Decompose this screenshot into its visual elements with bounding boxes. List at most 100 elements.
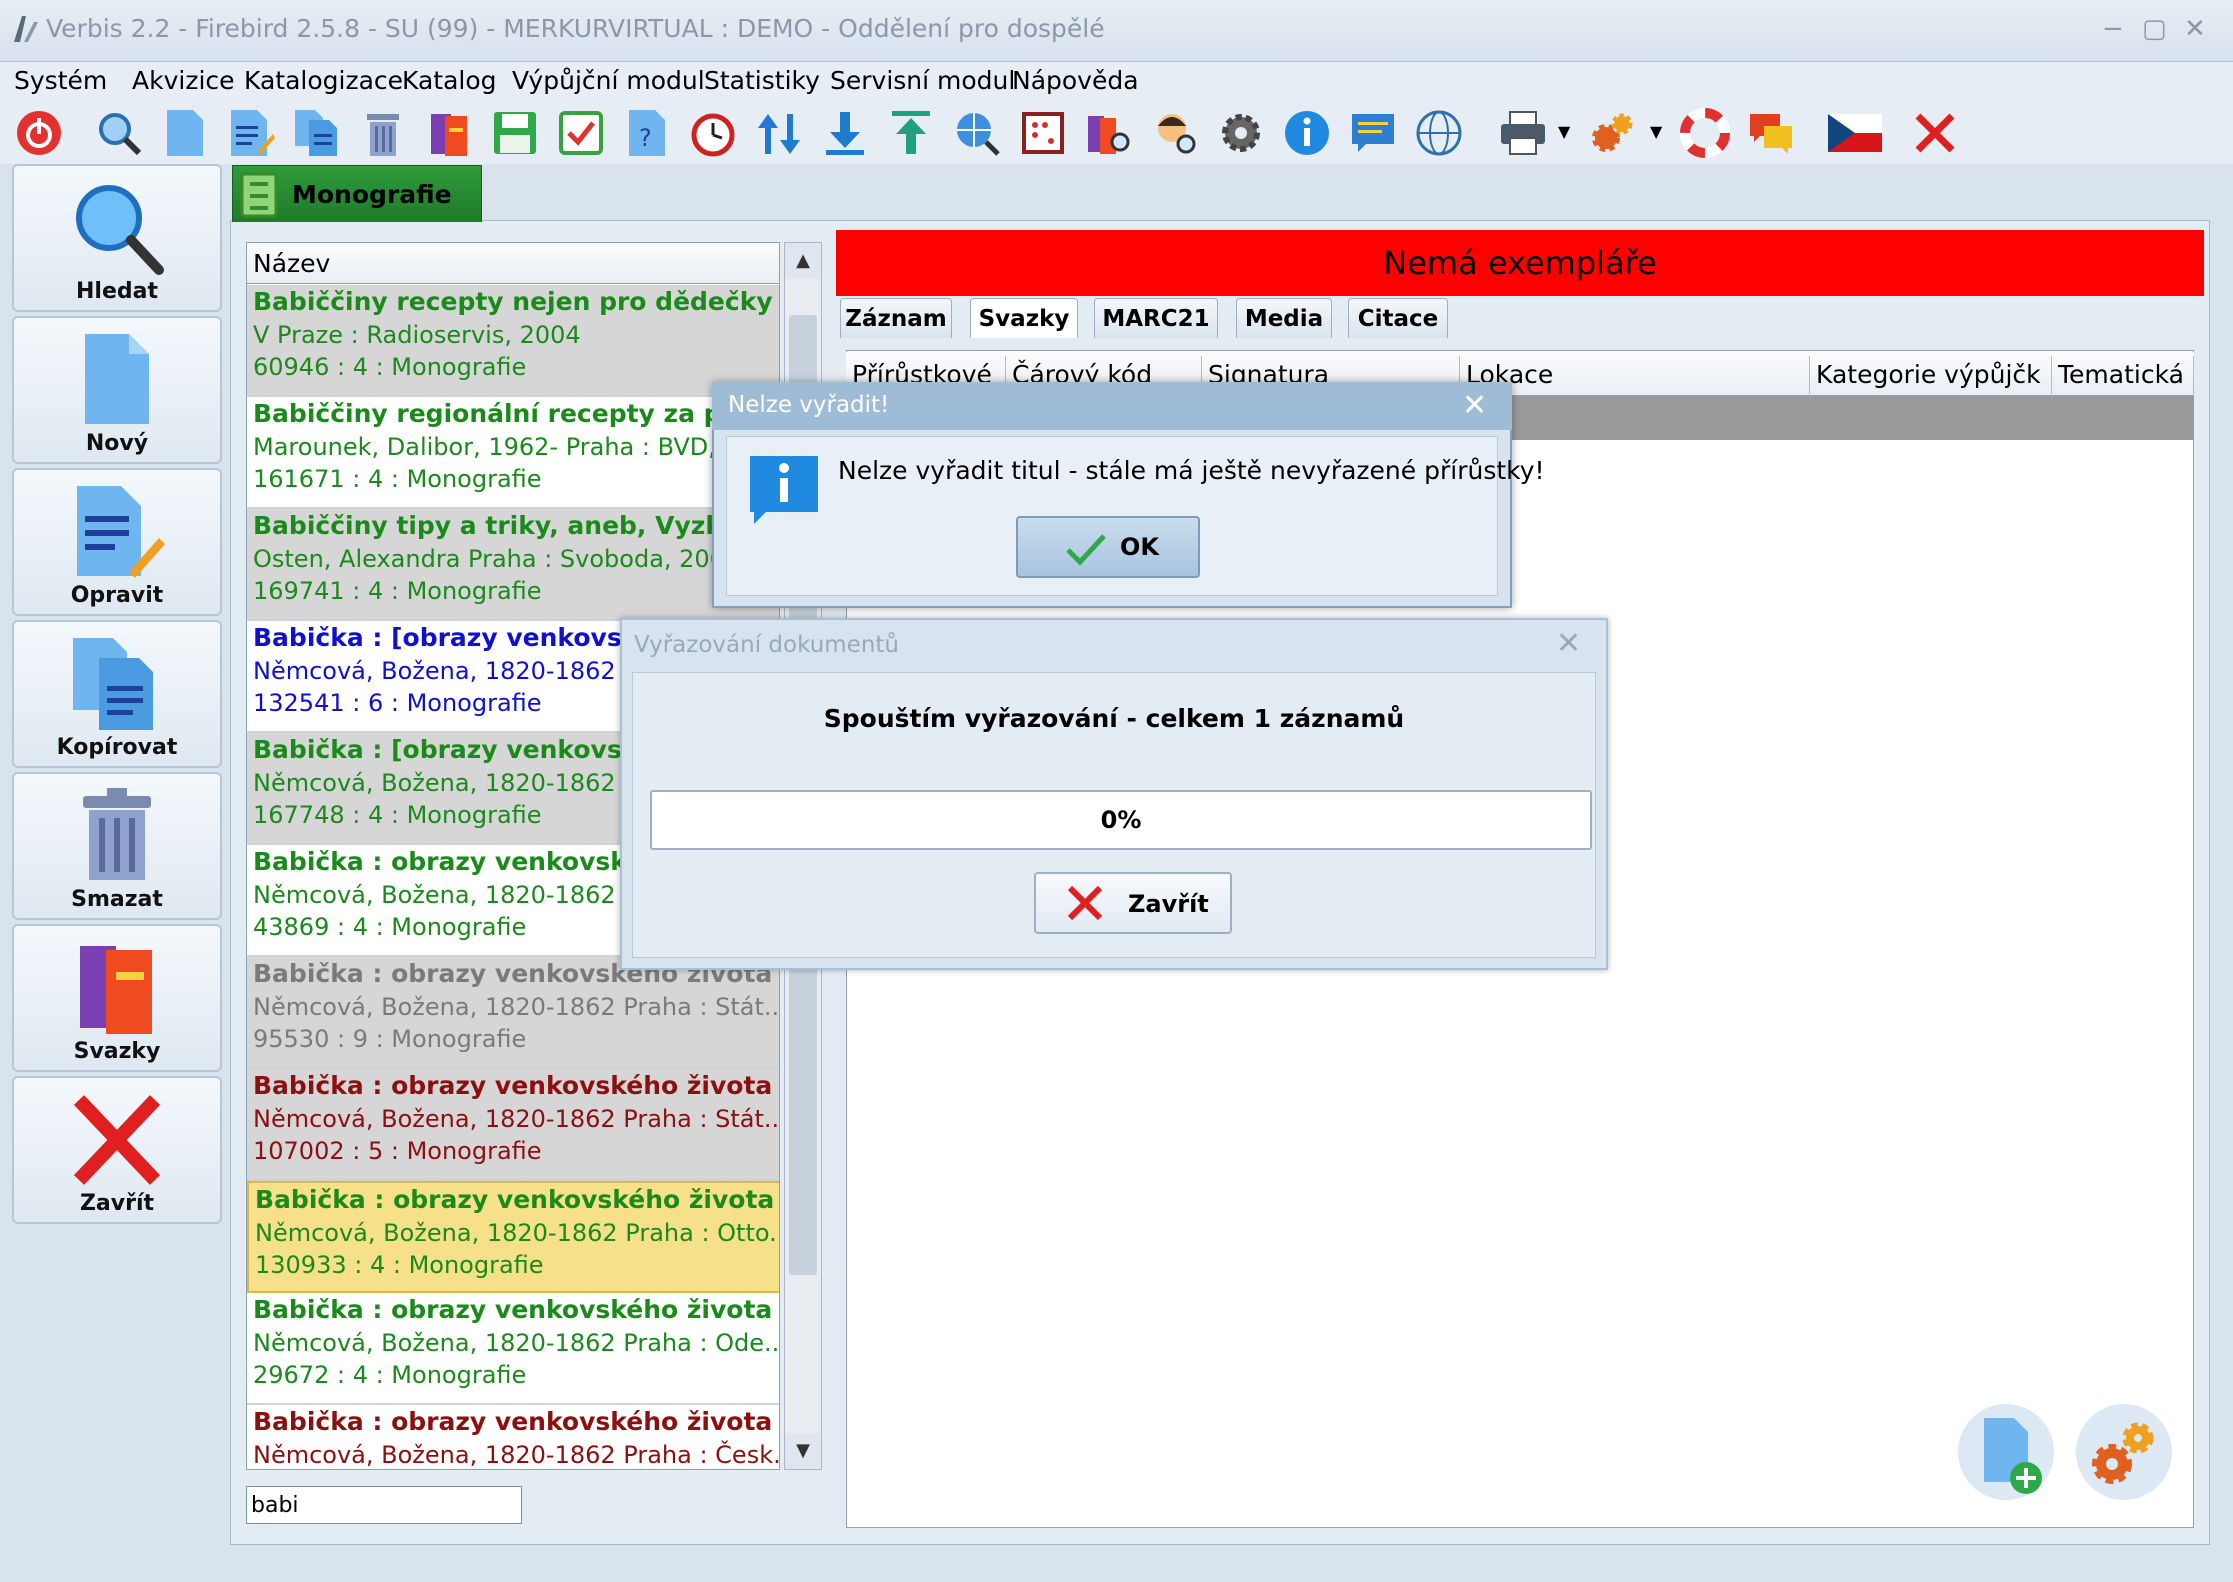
gears-icon[interactable] bbox=[1584, 104, 1642, 162]
edit-document-icon bbox=[77, 486, 165, 578]
ok-button-label: OK bbox=[1120, 533, 1159, 561]
power-icon[interactable] bbox=[10, 104, 68, 162]
new-document-icon[interactable] bbox=[156, 104, 214, 162]
tab-citace[interactable]: Citace bbox=[1348, 298, 1448, 338]
menu-system[interactable]: Systém bbox=[14, 66, 107, 95]
menu-vypujcni-modul[interactable]: Výpůjční modul bbox=[512, 66, 705, 95]
scroll-up-icon[interactable]: ▲ bbox=[785, 243, 821, 279]
scroll-down-icon[interactable]: ▼ bbox=[785, 1433, 821, 1469]
printer-icon[interactable] bbox=[1494, 104, 1552, 162]
progress-percent: 0% bbox=[1100, 806, 1142, 834]
list-item-title: Babiččiny recepty nejen pro dědečky bbox=[253, 287, 773, 316]
sidebar-close-button[interactable]: Zavřít bbox=[12, 1076, 222, 1224]
trash-icon[interactable] bbox=[354, 104, 412, 162]
books-icon bbox=[80, 946, 152, 1034]
menu-katalog[interactable]: Katalog bbox=[402, 66, 497, 95]
menu-katalogizace[interactable]: Katalogizace bbox=[244, 66, 403, 95]
list-item[interactable]: Babička : obrazy venkovského života ... … bbox=[247, 1405, 779, 1469]
copy-document-icon[interactable] bbox=[288, 104, 346, 162]
search-icon[interactable] bbox=[90, 104, 148, 162]
menu-servisni-modul[interactable]: Servisní modul bbox=[830, 66, 1015, 95]
tab-media[interactable]: Media bbox=[1236, 298, 1332, 338]
maximize-button[interactable]: ▢ bbox=[2142, 14, 2167, 44]
list-item-id: 95530 : 9 : Monografie bbox=[253, 1025, 527, 1053]
info-icon[interactable] bbox=[1278, 104, 1336, 162]
new-document-icon bbox=[85, 334, 149, 424]
settings-button[interactable] bbox=[2076, 1404, 2172, 1500]
menu-akvizice[interactable]: Akvizice bbox=[132, 66, 235, 95]
close-button-label: Zavřít bbox=[1128, 890, 1209, 918]
chat-icon[interactable] bbox=[1742, 104, 1800, 162]
download-icon[interactable] bbox=[816, 104, 874, 162]
list-item-author: Němcová, Božena, 1820-1862 Praha : Stát.… bbox=[253, 1105, 780, 1133]
ok-button[interactable] bbox=[1016, 516, 1200, 578]
grid-header-lokace[interactable]: Lokace bbox=[1460, 356, 1810, 394]
menu-napoveda[interactable]: Nápověda bbox=[1012, 66, 1139, 95]
sidebar-copy-button[interactable]: Kopírovat bbox=[12, 620, 222, 768]
sidebar-volumes-button[interactable]: Svazky bbox=[12, 924, 222, 1072]
list-header-nazev[interactable]: Název bbox=[246, 242, 780, 284]
sidebar-edit-label: Opravit bbox=[70, 583, 164, 608]
sort-icon[interactable] bbox=[750, 104, 808, 162]
settings-gear-icon[interactable] bbox=[1212, 104, 1270, 162]
error-dialog-close-icon[interactable]: ✕ bbox=[1462, 388, 1487, 423]
message-icon[interactable] bbox=[1344, 104, 1402, 162]
lifebuoy-icon[interactable] bbox=[1676, 104, 1734, 162]
gears-dropdown-icon[interactable]: ▼ bbox=[1650, 122, 1662, 141]
user-search-icon[interactable] bbox=[1146, 104, 1204, 162]
help-document-icon[interactable]: ? bbox=[618, 104, 676, 162]
search-input[interactable] bbox=[246, 1486, 522, 1524]
sidebar-delete-button[interactable]: Smazat bbox=[12, 772, 222, 920]
list-item-title: Babiččiny tipy a triky, aneb, Vyzkou bbox=[253, 511, 757, 540]
list-item[interactable]: Babiččiny tipy a triky, aneb, Vyzkou Ost… bbox=[247, 509, 779, 621]
progress-dialog-close-icon[interactable]: ✕ bbox=[1556, 626, 1581, 661]
list-item[interactable]: Babiččiny regionální recepty za pár Maro… bbox=[247, 397, 779, 509]
filing-cabinet-icon bbox=[240, 172, 278, 218]
list-item[interactable]: Babička : obrazy venkovského života ... … bbox=[247, 957, 779, 1069]
list-item-author: V Praze : Radioservis, 2004 bbox=[253, 321, 581, 349]
add-document-button[interactable] bbox=[1958, 1404, 2054, 1500]
close-red-x-icon bbox=[1067, 885, 1103, 921]
list-item[interactable]: Babiččiny recepty nejen pro dědečky V Pr… bbox=[247, 285, 779, 397]
sidebar-volumes-label: Svazky bbox=[73, 1039, 161, 1064]
grid-header-kategorie-vypujcky[interactable]: Kategorie výpůjčk bbox=[1810, 356, 2052, 394]
status-banner: Nemá exempláře bbox=[836, 230, 2204, 296]
tab-svazky[interactable]: Svazky bbox=[970, 298, 1078, 338]
edit-document-icon[interactable] bbox=[222, 104, 280, 162]
checkbox-icon[interactable] bbox=[552, 104, 610, 162]
window-title: Verbis 2.2 - Firebird 2.5.8 - SU (99) - … bbox=[46, 14, 1105, 43]
list-item-title: Babička : obrazy venkovského života ... bbox=[253, 1071, 780, 1100]
books-icon[interactable] bbox=[420, 104, 478, 162]
list-item[interactable]: Babička : obrazy venkovského života ... … bbox=[247, 1069, 780, 1181]
list-item-title: Babička : obrazy venkovského života ... bbox=[253, 1295, 780, 1324]
list-item-author: Němcová, Božena, 1820-1862 Praha : Otto.… bbox=[255, 1219, 779, 1247]
upload-icon[interactable] bbox=[882, 104, 940, 162]
sidebar-search-button[interactable]: Hledat bbox=[12, 164, 222, 312]
list-item-title: Babička : obrazy venkovského života ... bbox=[255, 1185, 779, 1214]
close-window-button[interactable]: ✕ bbox=[2184, 14, 2206, 44]
abacus-icon[interactable] bbox=[1014, 104, 1072, 162]
list-item-selected[interactable]: Babička : obrazy venkovského života ... … bbox=[247, 1181, 779, 1293]
alarm-clock-icon[interactable] bbox=[684, 104, 742, 162]
books-search-icon[interactable] bbox=[1080, 104, 1138, 162]
list-item-id: 107002 : 5 : Monografie bbox=[253, 1137, 542, 1165]
list-item-id: 161671 : 4 : Monografie bbox=[253, 465, 542, 493]
tab-zaznam[interactable]: Záznam bbox=[840, 298, 952, 338]
checkmark-icon bbox=[1066, 534, 1106, 566]
sidebar-delete-label: Smazat bbox=[71, 887, 163, 912]
list-item-id: 130933 : 4 : Monografie bbox=[255, 1251, 544, 1279]
sidebar-edit-button[interactable]: Opravit bbox=[12, 468, 222, 616]
minimize-button[interactable]: − bbox=[2102, 14, 2124, 44]
sidebar-new-button[interactable]: Nový bbox=[12, 316, 222, 464]
globe-search-icon[interactable] bbox=[948, 104, 1006, 162]
list-item[interactable]: Babička : obrazy venkovského života ... … bbox=[247, 1293, 780, 1405]
grid-header-tematicka[interactable]: Tematická bbox=[2052, 356, 2194, 394]
globe-icon[interactable] bbox=[1410, 104, 1468, 162]
tab-marc21[interactable]: MARC21 bbox=[1094, 298, 1218, 338]
czech-flag-icon[interactable] bbox=[1826, 104, 1884, 162]
printer-dropdown-icon[interactable]: ▼ bbox=[1558, 122, 1570, 141]
save-icon[interactable] bbox=[486, 104, 544, 162]
list-item-id: 29672 : 4 : Monografie bbox=[253, 1361, 527, 1389]
menu-statistiky[interactable]: Statistiky bbox=[704, 66, 820, 95]
close-red-x-icon[interactable] bbox=[1906, 104, 1964, 162]
